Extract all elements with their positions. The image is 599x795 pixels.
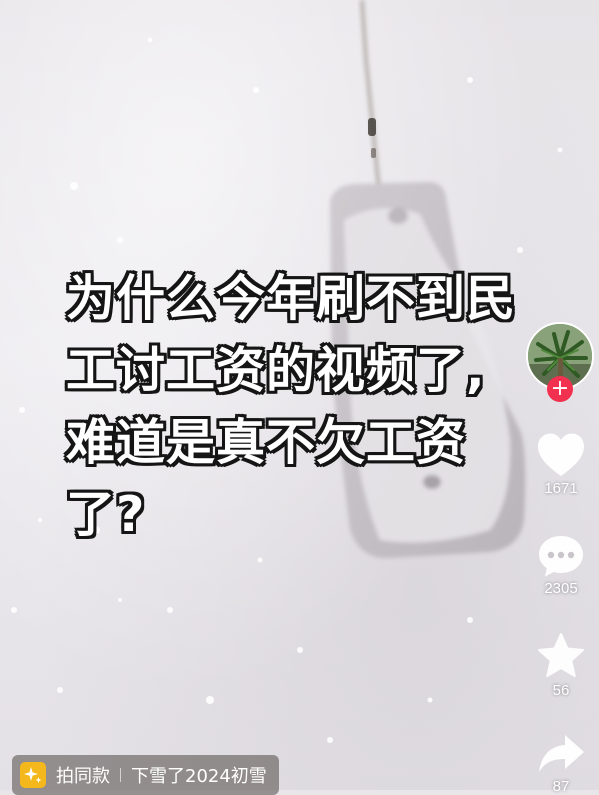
like-button[interactable]: 1671 [532,432,590,497]
share-count: 87 [552,778,570,795]
music-title[interactable]: 下雪了2024初雪 [131,762,267,788]
favorite-count: 56 [552,682,570,699]
share-arrow-icon [539,735,584,772]
caption-line: 难道是真不欠工资 [66,414,467,471]
like-count: 1671 [544,480,578,497]
favorite-button[interactable]: 56 [532,632,590,699]
share-button[interactable]: 87 [532,732,590,795]
star-icon [538,633,584,677]
caption-line: 工讨工资的视频了, [66,342,486,399]
comment-count: 2305 [544,580,578,597]
divider [120,768,121,782]
template-music-chip[interactable]: 拍同款 下雪了2024初雪 [12,755,279,795]
caption-line: 了? [66,486,146,543]
video-caption: 为什么今年刷不到民 工讨工资的视频了, 难道是真不欠工资 了? [66,263,536,551]
comment-bubble-icon [539,536,583,577]
template-label[interactable]: 拍同款 [56,762,110,788]
follow-button[interactable]: + [547,376,573,402]
heart-icon [538,433,584,476]
comment-button[interactable]: 2305 [532,534,590,597]
sparkle-icon [20,762,46,788]
caption-line: 为什么今年刷不到民 [66,270,517,327]
author-avatar-group: + [526,322,594,402]
